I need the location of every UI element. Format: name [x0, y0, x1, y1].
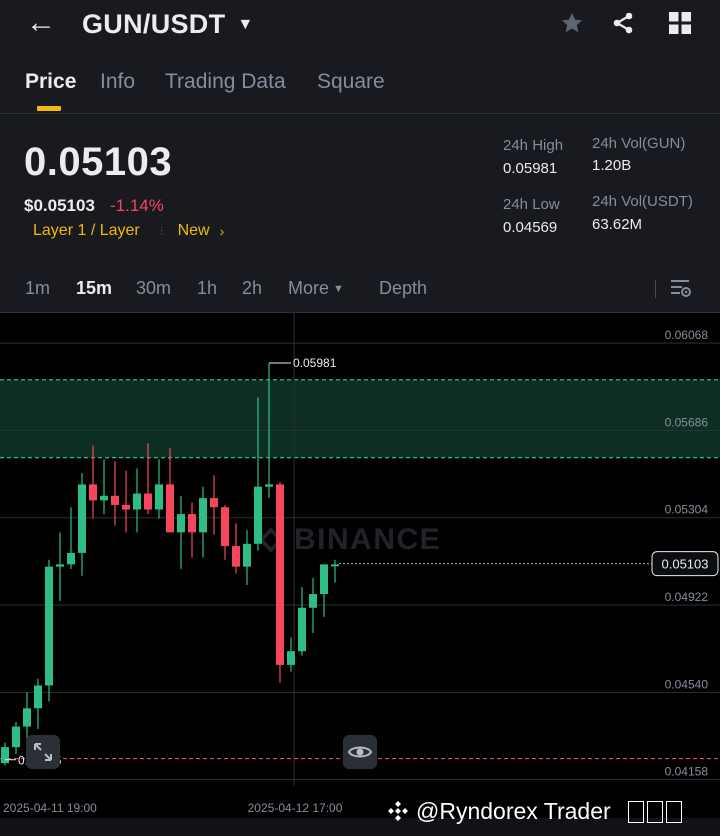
candle-body [221, 507, 229, 547]
high-label: 24h High [503, 137, 564, 154]
candle-body [232, 546, 240, 567]
candle-body [331, 564, 339, 567]
caret-down-icon: ▼ [333, 283, 344, 295]
interval-2h[interactable]: 2h [242, 278, 262, 299]
candle-body [309, 594, 317, 608]
candle-body [155, 484, 163, 510]
category-tag[interactable]: Layer 1 / Layer [33, 222, 140, 240]
candle-body [12, 726, 20, 748]
price-change: -1.14% [110, 196, 164, 215]
vol-quote-label: 24h Vol(USDT) [592, 193, 693, 210]
back-arrow-icon[interactable]: ← [26, 8, 56, 38]
binance-logo-icon [388, 800, 408, 821]
candle-body [89, 484, 97, 501]
y-tick-label: 0.04540 [665, 677, 709, 691]
pair-selector[interactable]: GUN/USDT ▼ [82, 9, 254, 40]
x-tick-label: 2025-04-11 19:00 [3, 801, 97, 815]
last-price: 0.05103 [24, 140, 173, 184]
y-tick-label: 0.04158 [665, 765, 709, 779]
candle-body [166, 484, 174, 533]
high-marker-label: 0.05981 [293, 356, 337, 370]
active-tab-indicator [37, 106, 61, 111]
vol-base-label: 24h Vol(GUN) [592, 135, 686, 152]
x-tick-label: 2025-04-12 17:00 [248, 801, 343, 815]
chevron-right-icon: › [219, 223, 225, 239]
interval-30m[interactable]: 30m [136, 278, 171, 299]
y-tick-label: 0.05686 [665, 415, 709, 429]
candle-body [276, 484, 284, 665]
candle-body [144, 493, 152, 510]
y-tick-label: 0.05304 [665, 503, 709, 517]
interval-1m[interactable]: 1m [25, 278, 50, 299]
interval-separator [655, 280, 656, 298]
tab-info[interactable]: Info [100, 70, 135, 94]
credit-text: @Ryndorex Trader [416, 798, 611, 824]
tab-trading-data[interactable]: Trading Data [165, 70, 286, 94]
candle-body [188, 514, 196, 533]
candle-body [23, 708, 31, 727]
y-tick-label: 0.04922 [665, 590, 709, 604]
interval-bar: 1m 15m 30m 1h 2h More ▼ Depth [0, 276, 720, 302]
candle-body [78, 484, 86, 553]
candle-body [122, 504, 130, 510]
candle-body [199, 498, 207, 533]
chart-settings-icon[interactable] [670, 277, 692, 304]
vol-quote-value: 63.62M [592, 216, 643, 233]
support-zone [0, 379, 720, 458]
interval-15m[interactable]: 15m [76, 278, 112, 299]
tag-row: Layer 1 / Layer ⁝ New › [33, 222, 224, 240]
divider [0, 113, 720, 114]
visibility-button[interactable] [343, 735, 377, 769]
header: ← GUN/USDT ▼ [0, 0, 720, 50]
candle-body [243, 543, 251, 567]
candle-body [100, 495, 108, 501]
credit-glyphs [625, 800, 682, 823]
candle-body [34, 685, 42, 709]
interval-more-label: More [288, 278, 330, 298]
candle-body [177, 514, 185, 533]
credit-watermark: @Ryndorex Trader [386, 798, 682, 825]
pair-title: GUN/USDT [82, 9, 226, 39]
candle-body [133, 493, 141, 510]
eye-icon [348, 746, 372, 758]
usd-price: $0.05103 [24, 196, 95, 215]
low-label: 24h Low [503, 196, 560, 213]
candle-body [210, 498, 218, 508]
grid-icon[interactable] [668, 11, 692, 40]
interval-more[interactable]: More ▼ [288, 278, 344, 299]
candle-body [1, 747, 9, 764]
candle-body [111, 495, 119, 505]
tab-square[interactable]: Square [317, 70, 385, 94]
tab-price[interactable]: Price [25, 70, 76, 94]
expand-icon [34, 743, 52, 761]
new-badge[interactable]: New [178, 222, 210, 240]
candle-body [287, 651, 295, 665]
candle-body [67, 552, 75, 565]
expand-chart-button[interactable] [26, 735, 60, 769]
tag-separator: ⁝ [159, 224, 164, 238]
candle-body [45, 566, 53, 686]
candle-body [298, 607, 306, 652]
low-value: 0.04569 [503, 219, 558, 236]
interval-1h[interactable]: 1h [197, 278, 217, 299]
candle-body [56, 564, 64, 567]
tab-bar: Price Info Trading Data Square [0, 68, 720, 112]
tab-depth[interactable]: Depth [379, 278, 427, 299]
y-tick-label: 0.06068 [665, 328, 709, 342]
vol-base-value: 1.20B [592, 157, 632, 174]
current-price-label: 0.05103 [662, 557, 709, 572]
candle-body [254, 486, 262, 544]
caret-down-icon: ▼ [237, 15, 254, 33]
share-icon[interactable] [611, 11, 635, 40]
star-icon[interactable] [560, 11, 584, 40]
candle-body [320, 564, 328, 595]
high-value: 0.05981 [503, 160, 558, 177]
candle-body [265, 484, 273, 487]
